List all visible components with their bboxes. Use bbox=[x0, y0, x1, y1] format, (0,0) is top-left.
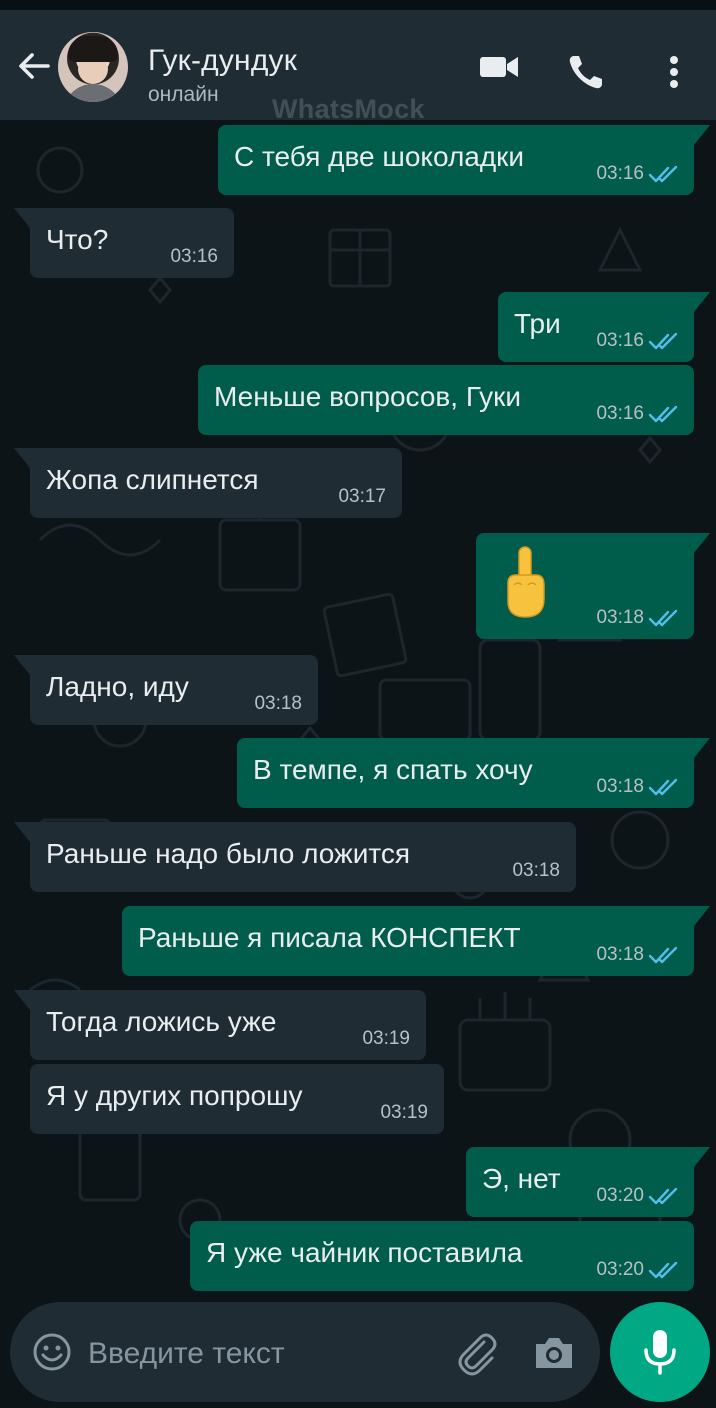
message-outgoing[interactable]: Э, нет 03:20 bbox=[466, 1147, 710, 1217]
voice-call-button[interactable] bbox=[566, 52, 606, 92]
double-check-icon bbox=[648, 778, 678, 796]
video-call-button[interactable] bbox=[478, 50, 520, 84]
double-check-icon bbox=[648, 609, 678, 627]
message-text: Э, нет bbox=[482, 1163, 561, 1194]
message-outgoing-emoji[interactable]: 03:18 bbox=[476, 533, 710, 639]
video-camera-icon bbox=[480, 57, 518, 77]
message-text: Раньше я писала КОНСПЕКТ bbox=[138, 922, 521, 953]
message-text: Меньше вопросов, Гуки bbox=[214, 381, 522, 412]
back-button[interactable] bbox=[14, 46, 54, 86]
message-text: Три bbox=[514, 308, 561, 339]
message-input[interactable] bbox=[88, 1334, 428, 1374]
emoji-button[interactable] bbox=[32, 1332, 72, 1372]
message-outgoing[interactable]: С тебя две шоколадки 03:16 bbox=[218, 125, 710, 195]
message-incoming[interactable]: Я у других попрошу 03:19 bbox=[30, 1064, 444, 1134]
avatar[interactable] bbox=[58, 32, 128, 102]
message-time: 03:18 bbox=[512, 860, 560, 881]
attach-button[interactable] bbox=[454, 1330, 500, 1376]
message-text: Я уже чайник поставила bbox=[206, 1237, 523, 1268]
paperclip-icon bbox=[458, 1333, 497, 1376]
camera-button[interactable] bbox=[532, 1332, 576, 1372]
avatar-hair bbox=[68, 36, 118, 62]
arrow-left-icon bbox=[19, 53, 50, 79]
chat-area[interactable]: С тебя две шоколадки 03:16 Что? 03:16 Тр… bbox=[0, 120, 716, 1300]
double-check-icon bbox=[648, 946, 678, 964]
message-time: 03:19 bbox=[380, 1102, 428, 1123]
double-check-icon bbox=[648, 332, 678, 350]
more-vertical-icon bbox=[670, 56, 678, 88]
message-time: 03:18 bbox=[596, 944, 644, 965]
message-incoming[interactable]: Ладно, иду 03:18 bbox=[14, 655, 318, 725]
contact-name[interactable]: Гук-дундук bbox=[148, 44, 297, 78]
message-outgoing[interactable]: Меньше вопросов, Гуки 03:16 bbox=[198, 365, 694, 435]
message-time: 03:16 bbox=[596, 403, 644, 424]
message-text: Что? bbox=[46, 224, 109, 255]
smile-icon bbox=[33, 1333, 71, 1371]
message-time: 03:20 bbox=[596, 1259, 644, 1280]
menu-button[interactable] bbox=[664, 52, 684, 92]
message-incoming[interactable]: Раньше надо было ложится 03:18 bbox=[14, 822, 576, 892]
status-bar bbox=[0, 0, 716, 10]
message-outgoing[interactable]: Три 03:16 bbox=[498, 292, 710, 362]
message-incoming[interactable]: Тогда ложись уже 03:19 bbox=[14, 990, 426, 1060]
avatar-shirt bbox=[63, 84, 123, 102]
message-incoming[interactable]: Жопа слипнется 03:17 bbox=[14, 448, 402, 518]
message-outgoing[interactable]: В темпе, я спать хочу 03:18 bbox=[237, 738, 710, 808]
chat-header: Гук-дундук онлайн WhatsMock bbox=[0, 10, 716, 124]
double-check-icon bbox=[648, 1187, 678, 1205]
message-time: 03:17 bbox=[338, 486, 386, 507]
message-text: Я у других попрошу bbox=[46, 1080, 303, 1111]
camera-icon bbox=[536, 1338, 572, 1368]
message-composer bbox=[10, 1302, 600, 1402]
double-check-icon bbox=[648, 165, 678, 183]
message-time: 03:19 bbox=[362, 1028, 410, 1049]
message-text: Ладно, иду bbox=[46, 671, 189, 702]
contact-status: онлайн bbox=[148, 83, 219, 106]
message-time: 03:18 bbox=[254, 693, 302, 714]
message-time: 03:18 bbox=[596, 776, 644, 797]
message-time: 03:16 bbox=[596, 163, 644, 184]
double-check-icon bbox=[648, 1261, 678, 1279]
message-time: 03:16 bbox=[170, 246, 218, 267]
message-text: Тогда ложись уже bbox=[46, 1006, 277, 1037]
double-check-icon bbox=[648, 405, 678, 423]
message-outgoing[interactable]: Раньше я писала КОНСПЕКТ 03:18 bbox=[122, 906, 710, 976]
message-time: 03:20 bbox=[596, 1185, 644, 1206]
message-text: Жопа слипнется bbox=[46, 464, 259, 495]
message-time: 03:18 bbox=[596, 607, 644, 628]
message-text: В темпе, я спать хочу bbox=[253, 754, 533, 785]
microphone-icon bbox=[644, 1330, 676, 1375]
middle-finger-emoji bbox=[507, 546, 545, 618]
phone-icon bbox=[569, 56, 602, 89]
voice-message-button[interactable] bbox=[610, 1302, 710, 1402]
message-time: 03:16 bbox=[596, 330, 644, 351]
message-text: Раньше надо было ложится bbox=[46, 838, 411, 869]
message-text: С тебя две шоколадки bbox=[234, 141, 525, 172]
message-incoming[interactable]: Что? 03:16 bbox=[14, 208, 234, 278]
message-outgoing[interactable]: Я уже чайник поставила 03:20 bbox=[190, 1221, 694, 1291]
